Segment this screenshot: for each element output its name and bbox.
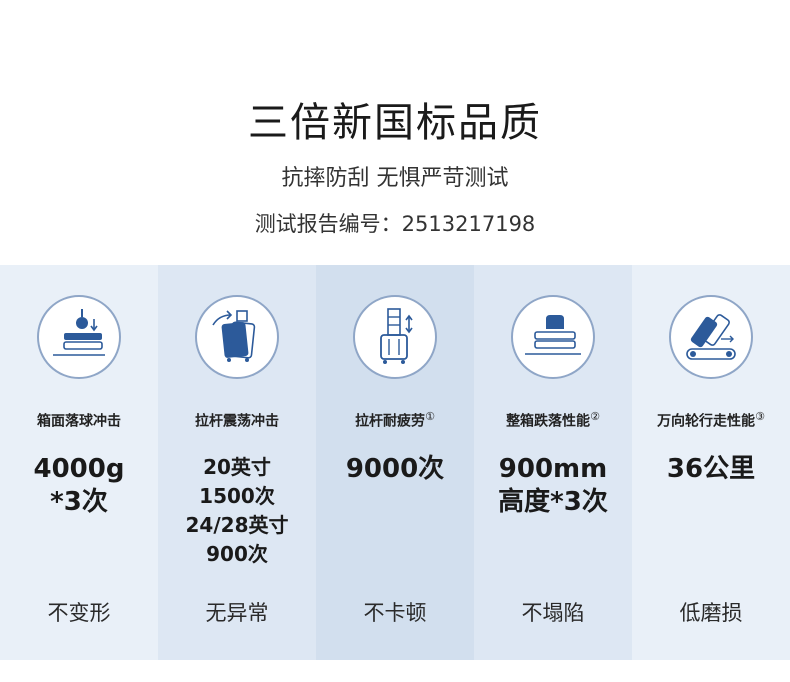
test-column-box-drop: 整箱跌落性能② 900mm 高度*3次 不塌陷: [474, 265, 632, 660]
test-result: 不变形: [47, 601, 111, 625]
test-value: 4000g *3次: [33, 454, 125, 517]
test-name: 整箱跌落性能②: [506, 410, 600, 430]
handle-fatigue-icon: [380, 308, 413, 364]
header: 三倍新国标品质 抗摔防刮 无惧严苛测试 测试报告编号：2513217198: [0, 0, 790, 265]
test-name: 万向轮行走性能③: [657, 410, 765, 430]
test-column-handle-fatigue: 拉杆耐疲劳① 9000次 不卡顿: [316, 265, 474, 660]
badge: [353, 295, 437, 379]
test-name: 箱面落球冲击: [37, 413, 121, 430]
report-number: 测试报告编号：2513217198: [254, 212, 536, 236]
test-value: 20英寸 1500次 24/28英寸 900次: [185, 455, 289, 566]
drop-impact-icon: [53, 309, 105, 356]
page-title: 三倍新国标品质: [248, 100, 542, 146]
test-value: 900mm 高度*3次: [498, 454, 608, 517]
badge: [511, 295, 595, 379]
test-value: 9000次: [345, 454, 445, 484]
badge: [669, 295, 753, 379]
box-drop-icon: [525, 315, 581, 355]
test-panel: 箱面落球冲击 4000g *3次 不变形 拉杆震荡冲击 20英寸 1500次 2…: [0, 265, 790, 660]
test-name: 拉杆震荡冲击: [195, 413, 279, 430]
test-result: 低磨损: [679, 601, 743, 625]
bottom-margin: [0, 660, 790, 682]
test-result: 不卡顿: [363, 601, 427, 625]
wheel-travel-icon: [686, 314, 736, 360]
test-result: 无异常: [205, 601, 269, 625]
test-value: 36公里: [666, 454, 756, 484]
test-column-handle-shake: 拉杆震荡冲击 20英寸 1500次 24/28英寸 900次 无异常: [158, 265, 316, 660]
test-result: 不塌陷: [521, 601, 585, 625]
badge: [195, 295, 279, 379]
test-column-wheel-travel: 万向轮行走性能③ 36公里 低磨损: [632, 265, 790, 660]
page-subtitle: 抗摔防刮 无惧严苛测试: [281, 166, 509, 191]
test-column-drop-impact: 箱面落球冲击 4000g *3次 不变形: [0, 265, 158, 660]
test-name: 拉杆耐疲劳①: [355, 410, 435, 430]
badge: [37, 295, 121, 379]
handle-shake-icon: [212, 310, 256, 362]
